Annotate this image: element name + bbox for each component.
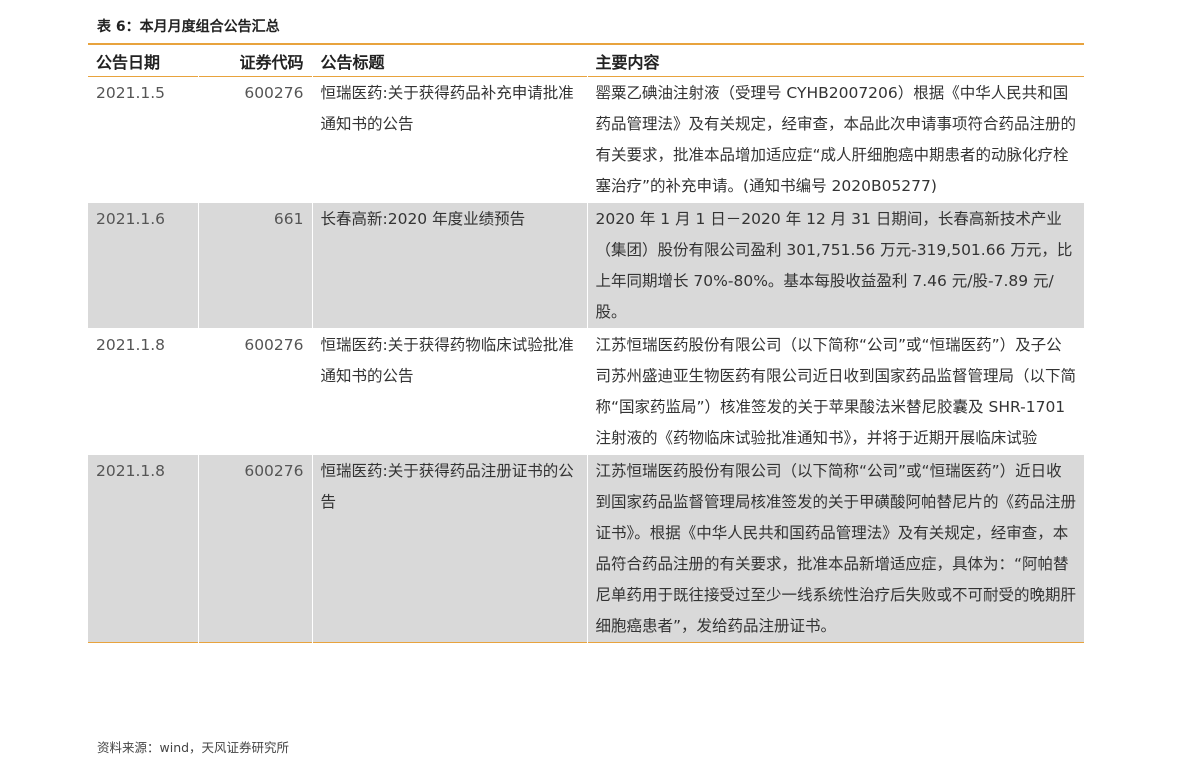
row-content: 江苏恒瑞医药股份有限公司（以下简称“公司”或“恒瑞医药”）及子公司苏州盛迪亚生物… [586,328,1084,455]
header-title: 公告标题 [311,44,587,77]
row-content: 2020 年 1 月 1 日－2020 年 12 月 31 日期间，长春高新技术… [586,202,1084,329]
row-content: 罂粟乙碘油注射液（受理号 CYHB2007206）根据《中华人民共和国药品管理法… [586,76,1084,203]
announcement-table-container: 公告日期 证券代码 公告标题 主要内容 2021.1.5 600276 恒瑞医药… [88,43,1084,643]
row-content: 江苏恒瑞医药股份有限公司（以下简称“公司”或“恒瑞医药”）近日收到国家药品监督管… [586,454,1084,643]
row-date: 2021.1.8 [88,454,198,643]
table-row: 2021.1.6 661 长春高新:2020 年度业绩预告 2020 年 1 月… [88,202,1084,329]
header-content: 主要内容 [586,44,1084,77]
row-code: 600276 [197,454,312,643]
row-code: 661 [197,202,312,329]
row-title: 恒瑞医药:关于获得药物临床试验批准通知书的公告 [311,328,587,455]
table-header-row: 公告日期 证券代码 公告标题 主要内容 [88,44,1084,77]
table-row: 2021.1.8 600276 恒瑞医药:关于获得药物临床试验批准通知书的公告 … [88,328,1084,455]
header-date: 公告日期 [96,52,161,72]
source-note: 资料来源：wind，天风证券研究所 [97,740,290,755]
table-row: 2021.1.8 600276 恒瑞医药:关于获得药品注册证书的公告 江苏恒瑞医… [88,454,1084,643]
row-title: 长春高新:2020 年度业绩预告 [311,202,587,329]
row-title: 恒瑞医药:关于获得药品补充申请批准通知书的公告 [311,76,587,203]
row-date: 2021.1.5 [96,84,166,102]
announcement-table: 公告日期 证券代码 公告标题 主要内容 2021.1.5 600276 恒瑞医药… [88,43,1084,643]
row-code: 600276 [197,76,312,203]
row-date: 2021.1.6 [88,202,198,329]
row-title: 恒瑞医药:关于获得药品注册证书的公告 [311,454,587,643]
table-row: 2021.1.5 600276 恒瑞医药:关于获得药品补充申请批准通知书的公告 … [88,76,1084,203]
row-code: 600276 [197,328,312,455]
header-code: 证券代码 [197,44,312,77]
table-title: 表 6：本月月度组合公告汇总 [97,19,280,35]
row-date: 2021.1.8 [96,336,166,354]
